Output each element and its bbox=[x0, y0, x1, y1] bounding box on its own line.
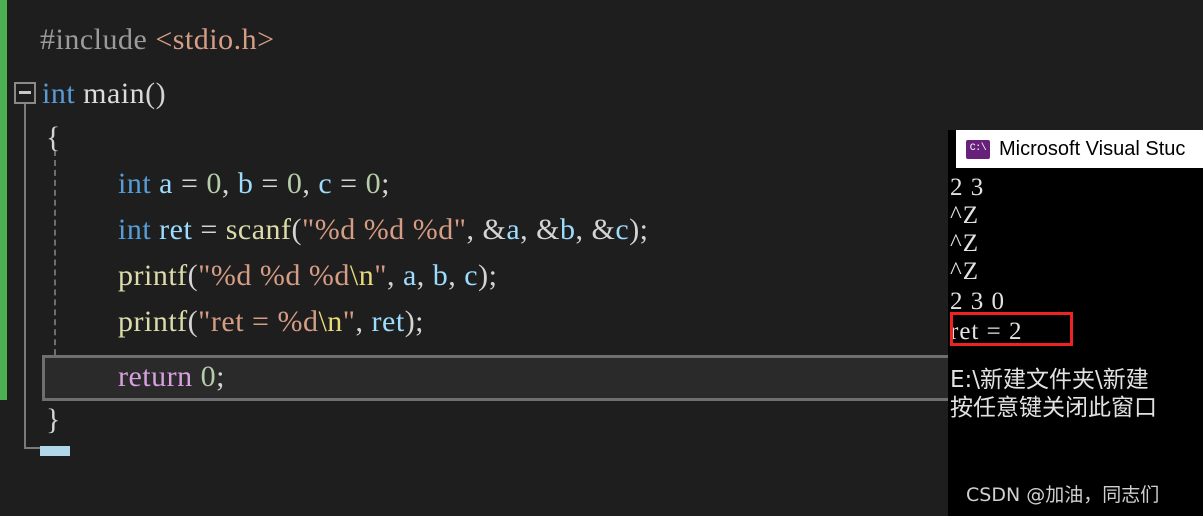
line-open-brace[interactable]: { bbox=[0, 116, 61, 160]
line-printf-ret[interactable]: printf("ret = %d\n", ret); bbox=[0, 300, 424, 344]
line-close-brace[interactable]: } bbox=[0, 398, 61, 442]
code-token: ( bbox=[187, 259, 199, 292]
code-token: \n bbox=[318, 305, 343, 338]
code-token: , bbox=[221, 167, 238, 200]
code-token: } bbox=[46, 403, 61, 436]
code-token: () bbox=[145, 77, 167, 110]
code-token: ret bbox=[159, 213, 193, 246]
code-token: int bbox=[118, 213, 160, 246]
code-token: = bbox=[173, 167, 207, 200]
code-token: 0 bbox=[286, 167, 303, 200]
code-token: " bbox=[374, 259, 387, 292]
code-token: a bbox=[159, 167, 173, 200]
code-token: , bbox=[520, 213, 537, 246]
code-token: , bbox=[575, 213, 592, 246]
console-titlebar[interactable]: C:\ Microsoft Visual Stuc bbox=[956, 130, 1203, 168]
code-token: ); bbox=[629, 213, 649, 246]
code-token: , bbox=[416, 259, 433, 292]
code-token: ret bbox=[371, 305, 405, 338]
code-token: c bbox=[318, 167, 333, 200]
console-app-icon: C:\ bbox=[966, 139, 990, 159]
code-token: c bbox=[464, 259, 479, 292]
code-token: "%d %d %d bbox=[198, 259, 350, 292]
code-token: printf bbox=[118, 305, 188, 338]
console-line-prompt: 按任意键关闭此窗口 bbox=[950, 395, 1157, 421]
console-line-path: E:\新建文件夹\新建 bbox=[950, 367, 1149, 393]
text-caret bbox=[40, 446, 70, 456]
code-token: { bbox=[46, 121, 61, 154]
line-scanf[interactable]: int ret = scanf("%d %d %d", &a, &b, &c); bbox=[0, 208, 649, 252]
code-token: scanf bbox=[225, 213, 292, 246]
code-token: b bbox=[237, 167, 254, 200]
code-token: \n bbox=[349, 259, 375, 292]
console-line-input: 2 3 bbox=[950, 174, 985, 201]
code-token: ( bbox=[187, 305, 199, 338]
console-line-eof-2: ^Z bbox=[950, 230, 980, 257]
ret-value-highlight-box bbox=[950, 312, 1073, 346]
code-token: #include bbox=[40, 23, 156, 56]
console-title: Microsoft Visual Stuc bbox=[999, 137, 1186, 160]
code-token: , bbox=[386, 259, 403, 292]
code-token: ( bbox=[291, 213, 303, 246]
code-token: a bbox=[506, 213, 521, 246]
code-token: a bbox=[402, 259, 417, 292]
code-token: , bbox=[302, 167, 319, 200]
line-printf-values[interactable]: printf("%d %d %d\n", a, b, c); bbox=[0, 254, 497, 298]
code-token: , bbox=[466, 213, 483, 246]
code-token: "ret = %d bbox=[198, 305, 319, 338]
code-token: = bbox=[192, 213, 226, 246]
code-token: ; bbox=[216, 360, 225, 393]
code-token: printf bbox=[118, 259, 188, 292]
code-token: ); bbox=[404, 305, 425, 338]
code-token: main bbox=[83, 77, 146, 110]
code-token: c bbox=[615, 213, 630, 246]
csdn-watermark: CSDN @加油，同志们 bbox=[966, 484, 1160, 506]
code-token: ); bbox=[478, 259, 498, 292]
line-decl[interactable]: int a = 0, b = 0, c = 0; bbox=[0, 162, 390, 206]
code-token: 0 bbox=[200, 360, 217, 393]
code-token: 0 bbox=[206, 167, 222, 200]
console-line-eof-3: ^Z bbox=[950, 258, 980, 285]
code-token: return bbox=[118, 360, 201, 393]
code-token: , bbox=[448, 259, 465, 292]
code-token: b bbox=[560, 213, 576, 246]
line-include[interactable]: #include <stdio.h> bbox=[0, 18, 275, 62]
code-token: & bbox=[482, 213, 507, 246]
code-token: = bbox=[253, 167, 287, 200]
code-token: , bbox=[355, 305, 372, 338]
code-token: = bbox=[332, 167, 366, 200]
code-token: ; bbox=[381, 167, 390, 200]
code-token: int bbox=[118, 167, 160, 200]
code-token: & bbox=[536, 213, 561, 246]
code-token: "%d %d %d" bbox=[302, 213, 467, 246]
code-token: int bbox=[42, 77, 84, 110]
line-main[interactable]: int main() bbox=[0, 72, 166, 116]
console-line-eof-1: ^Z bbox=[950, 202, 980, 229]
code-token: b bbox=[432, 259, 449, 292]
code-token: & bbox=[591, 213, 616, 246]
code-token: 0 bbox=[365, 167, 382, 200]
console-app-icon-label: C:\ bbox=[969, 143, 987, 154]
line-return[interactable]: return 0; bbox=[0, 355, 225, 399]
code-token: " bbox=[342, 305, 356, 338]
code-token: <stdio.h> bbox=[155, 23, 275, 56]
